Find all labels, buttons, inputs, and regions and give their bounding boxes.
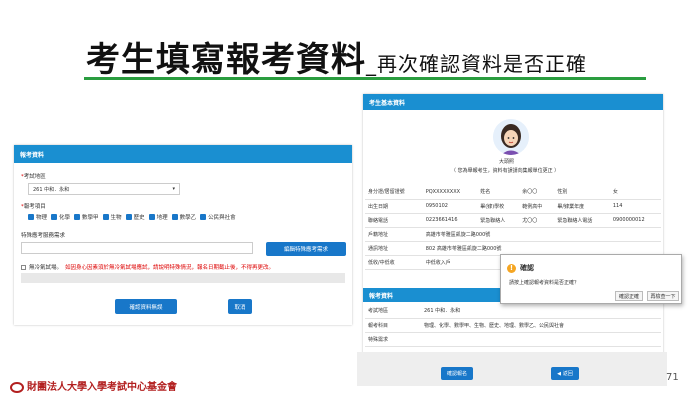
applicant-name: 大頭照 [499,159,515,165]
checkbox-icon [28,214,34,220]
no-ac-checkbox[interactable] [21,264,26,270]
dialog-message: 請按上確認報考資料是否正確？ [509,280,580,286]
edit-special-needs-button[interactable]: 編輯特殊應考需求 [266,242,346,256]
back-button-label: 返回 [562,371,573,377]
exam-area-select[interactable]: 261 中和．永和 ▾ [28,183,180,195]
special-needs-input[interactable] [21,242,253,254]
table-row: 聯絡電話 0223661416 緊急聯絡人 尤〇〇 緊急聯絡人電話 090000… [365,213,661,228]
table-cell: 0900000012 [609,213,661,228]
subject-checkbox[interactable]: 生物 [102,213,122,221]
checkbox-icon [200,214,207,220]
warning-icon: ! [507,263,516,273]
table-row: 考試地區 261 中和．永和 [365,304,661,319]
checkbox-icon [171,214,178,220]
table-row: 身分證/居留證號 PQXXXXXXXX 姓名 余〇〇 性別 女 [365,185,661,200]
subject-checkbox[interactable]: 化學 [51,213,70,221]
table-cell: 余〇〇 [519,185,555,200]
exam-registration-panel: 報考資料 *考試地區 261 中和．永和 ▾ *報考項目 物理 化學 數學甲 生… [14,145,352,325]
table-cell: 低收/中低收 [365,255,423,270]
subjects-label: *報考項目 [21,204,46,210]
photo-note: （ 您為舉報考生，資料有誤請向集報單位更正 ） [451,168,560,174]
exam-info-table: 考試地區 261 中和．永和 報考科目 物理、化學、數學甲、生物、歷史、地理、數… [365,304,661,347]
applicant-info-panel: 考生基本資料 大頭照 （ 您為舉報考生，資料有誤請向集報單位更正 ） 身分證/居… [363,94,663,356]
org-emblem-icon [10,381,24,393]
table-row: 戶籍地址 高雄市苓雅區凱旋二路000號 [365,227,661,242]
subject-checkbox[interactable]: 地理 [148,213,168,221]
action-bar [357,352,667,386]
checkbox-icon [125,214,132,220]
table-cell: PQXXXXXXXX [422,185,478,200]
dialog-ok-button[interactable]: 確認正確 [615,291,643,301]
table-cell: 報考科目 [365,318,421,333]
checkbox-icon [74,214,81,220]
table-cell: 性別 [554,185,610,200]
no-ac-note: 如因身心因素須於無冷氣試場應試，請說明特殊情況，報名日期截止後，不得再更改。 [65,265,275,271]
checkbox-icon [51,214,58,220]
table-cell: 尤〇〇 [519,213,555,228]
org-name: 財團法人大學入學考試中心基金會 [27,382,177,393]
subject-checkbox[interactable]: 數學乙 [171,213,196,221]
confirm-dialog: ! 確認 請按上確認報考資料是否正確？ 確認正確 再檢查一下 [500,254,682,304]
checkbox-icon [102,214,109,220]
table-row: 報考科目 物理、化學、數學甲、生物、歷史、地理、數學乙、公民與社會 [365,318,661,333]
table-cell: 畢/肄業年度 [554,199,610,214]
subjects-checkboxes: 物理 化學 數學甲 生物 歷史 地理 數學乙 公民與社會 [28,213,240,221]
table-row: 通訊地址 802 高雄市苓雅區凱旋二路000號 [365,241,661,256]
student-photo-icon [493,119,529,155]
table-cell: 物理、化學、數學甲、生物、歷史、地理、數學乙、公民與社會 [421,318,661,333]
applicant-info-header: 考生基本資料 [363,94,663,110]
back-button[interactable]: ◀ 返回 [551,367,579,380]
dialog-title: 確認 [520,264,534,272]
table-cell: 0950102 [422,199,478,214]
table-cell: 802 高雄市苓雅區凱旋二路000號 [422,241,661,256]
subject-checkbox[interactable]: 數學甲 [74,213,99,221]
no-ac-label: 無冷氣試場。 [29,265,63,271]
table-cell: 身分證/居留證號 [365,185,423,200]
confirm-registration-button[interactable]: 確認報名 [441,367,473,380]
no-ac-description-box[interactable] [21,273,345,283]
table-row: 出生日期 0950102 畢(肄)學校 範例高中 畢/肄業年度 114 [365,199,661,214]
subject-checkbox[interactable]: 歷史 [125,213,145,221]
subject-checkbox[interactable]: 物理 [28,213,47,221]
chevron-down-icon: ▾ [172,186,175,192]
checkbox-icon [148,214,155,220]
page-number: 71 [666,372,679,383]
exam-area-label: *考試地區 [21,174,46,180]
table-cell: 高雄市苓雅區凱旋二路000號 [422,227,661,242]
confirm-data-button[interactable]: 確認資料無誤 [115,299,177,314]
dialog-recheck-button[interactable]: 再檢查一下 [647,291,679,301]
cancel-button[interactable]: 取消 [228,299,252,314]
no-ac-option: 無冷氣試場。 如因身心因素須於無冷氣試場應試，請說明特殊情況，報名日期截止後，不… [21,263,274,271]
table-cell: 特殊需求 [365,332,421,347]
exam-area-value: 261 中和．永和 [33,186,70,193]
table-cell: 姓名 [477,185,520,200]
slide-title-text: 考生填寫報考資料 [86,40,366,80]
table-cell: 緊急聯絡人電話 [554,213,610,228]
table-cell: 緊急聯絡人 [477,213,520,228]
dialog-title-row: ! 確認 [507,263,534,273]
table-cell: 0223661416 [422,213,478,228]
table-cell: 出生日期 [365,199,423,214]
table-cell [421,332,661,347]
title-underline [84,77,646,80]
table-cell: 戶籍地址 [365,227,423,242]
back-arrow-icon: ◀ [557,370,561,377]
table-cell: 畢(肄)學校 [477,199,520,214]
table-row: 特殊需求 [365,332,661,347]
table-cell: 女 [609,185,661,200]
org-logo: 財團法人大學入學考試中心基金會 [10,378,177,393]
subject-checkbox[interactable]: 公民與社會 [200,213,236,221]
table-cell: 261 中和．永和 [421,304,661,319]
special-needs-label: 特殊應考服務需求 [21,233,66,239]
table-cell: 考試地區 [365,304,421,319]
table-cell: 114 [609,199,661,214]
table-cell: 通訊地址 [365,241,423,256]
panel-header: 報考資料 [14,145,352,163]
avatar [493,119,529,155]
table-cell: 範例高中 [519,199,555,214]
slide-subtitle: _再次確認資料是否正確 [366,52,587,76]
slide-title: 考生填寫報考資料_再次確認資料是否正確 [86,32,587,81]
table-cell: 聯絡電話 [365,213,423,228]
